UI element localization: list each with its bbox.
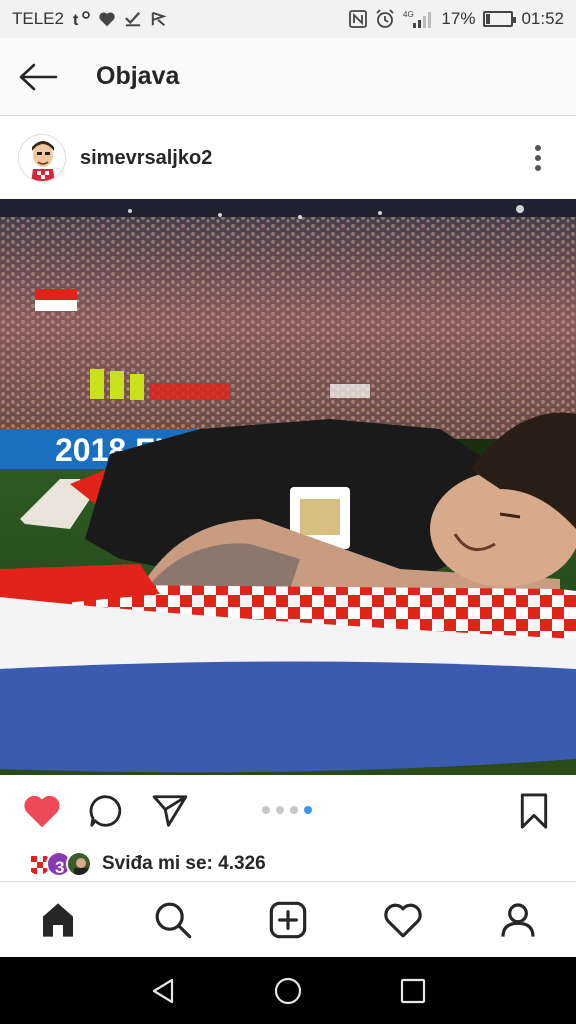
triangle-back-icon (152, 978, 173, 1003)
heart-icon (98, 9, 116, 29)
battery-percent: 17% (441, 9, 476, 28)
search-icon (155, 902, 192, 938)
likes-count: Sviđa mi se: 4.326 (102, 853, 266, 874)
nav-activity[interactable] (373, 890, 433, 950)
nav-home[interactable] (28, 890, 88, 950)
add-post-icon (269, 901, 307, 938)
system-nav-bar (0, 957, 576, 1024)
square-recents-icon (401, 978, 426, 1003)
status-bar: TELE2 t 4G 17% 01:52 (0, 0, 576, 38)
battery-icon (483, 11, 517, 27)
carousel-indicator (262, 806, 312, 814)
bottom-nav (0, 881, 576, 957)
bookmark-icon (520, 793, 548, 829)
liker-avatar (66, 851, 92, 877)
likes-row[interactable]: 3 Sviđa mi se: 4.326 (0, 847, 576, 881)
clock: 01:52 (521, 9, 564, 28)
save-button[interactable] (510, 787, 558, 835)
carousel-dot (304, 806, 312, 814)
carousel-dot (276, 806, 284, 814)
post-photo[interactable]: 2018 FI (0, 199, 576, 775)
app-bar: Objava (0, 38, 576, 116)
home-icon (42, 902, 73, 937)
activity-icon (384, 903, 422, 937)
signal-icon: 4G (403, 9, 433, 29)
tele2-t-icon: t (72, 9, 90, 29)
nfc-icon (349, 9, 368, 29)
nav-profile[interactable] (488, 890, 548, 950)
comment-icon (89, 795, 122, 827)
share-button[interactable] (146, 787, 194, 835)
profile-icon (501, 902, 535, 937)
svg-text:t: t (73, 12, 79, 28)
liker-avatars: 3 (26, 851, 92, 877)
heart-filled-icon (24, 795, 60, 828)
more-options-button[interactable] (518, 138, 558, 178)
post-header: simevrsaljko2 (0, 117, 576, 199)
like-button[interactable] (18, 787, 66, 835)
check-icon (124, 9, 142, 29)
system-back-button[interactable] (133, 961, 193, 1021)
back-arrow-icon (19, 63, 58, 90)
send-icon (152, 795, 188, 827)
network-type: 4G (403, 10, 414, 19)
circle-home-icon (274, 977, 302, 1004)
page-title: Objava (96, 62, 180, 90)
more-vertical-icon (535, 145, 541, 171)
alarm-icon (375, 9, 395, 29)
carousel-dot (290, 806, 298, 814)
comment-button[interactable] (82, 787, 130, 835)
liker-badge-glyph: 3 (55, 858, 64, 877)
post-username[interactable]: simevrsaljko2 (80, 147, 518, 170)
system-recents-button[interactable] (383, 961, 443, 1021)
nav-new-post[interactable] (258, 890, 318, 950)
back-button[interactable] (0, 38, 76, 116)
avatar[interactable] (18, 134, 66, 182)
nav-search[interactable] (143, 890, 203, 950)
carousel-dot (262, 806, 270, 814)
flag-icon (150, 9, 168, 29)
system-home-button[interactable] (258, 961, 318, 1021)
carrier-label: TELE2 (12, 9, 64, 28)
